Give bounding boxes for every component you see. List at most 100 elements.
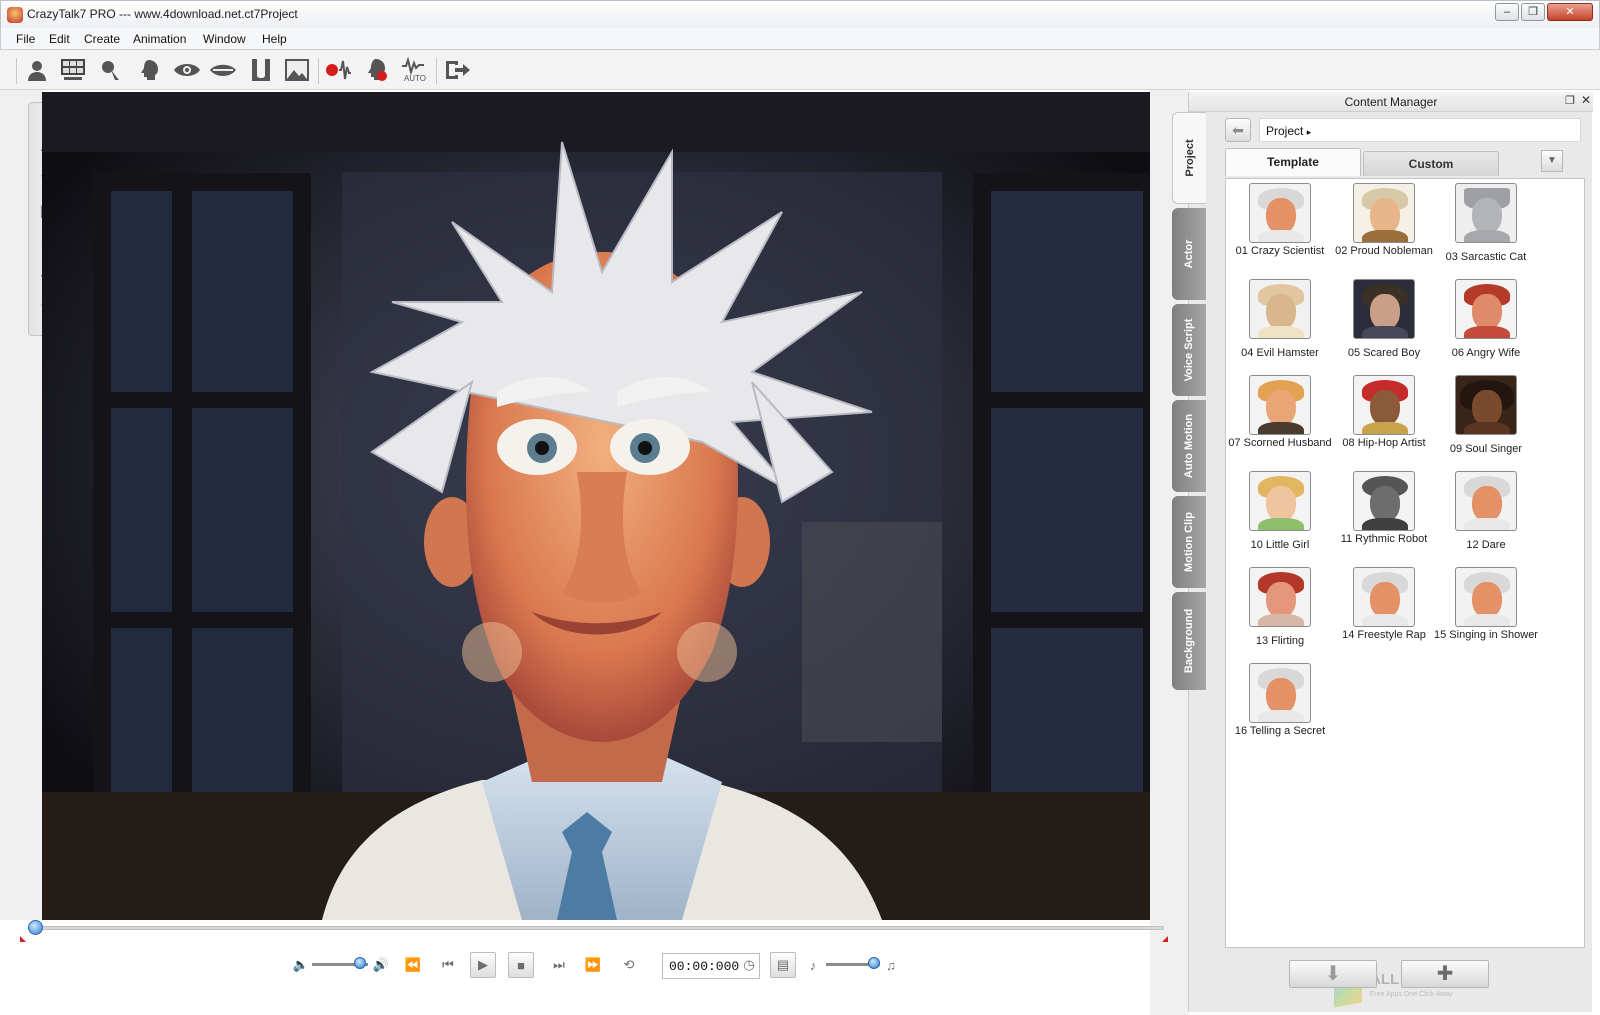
- thumbnail: [1353, 279, 1415, 339]
- thumbnail: [1353, 567, 1415, 627]
- restore-button[interactable]: ❐: [1521, 3, 1545, 21]
- template-item[interactable]: 06 Angry Wife: [1434, 279, 1538, 359]
- content-manager-panel: Content Manager ❐ ✕ Project Actor Voice …: [1172, 92, 1593, 1012]
- menu-animation[interactable]: Animation: [133, 32, 186, 46]
- title-bar: CrazyTalk7 PRO --- www.4download.net.ct7…: [0, 0, 1600, 28]
- image-grid-icon[interactable]: [58, 56, 88, 84]
- thumbnail: [1455, 183, 1517, 243]
- float-panel-icon[interactable]: ❐: [1565, 94, 1577, 108]
- template-label: 04 Evil Hamster: [1241, 347, 1319, 359]
- template-item[interactable]: 04 Evil Hamster: [1228, 279, 1332, 359]
- tab-template[interactable]: Template: [1225, 148, 1361, 176]
- template-item[interactable]: 15 Singing in Shower: [1434, 567, 1538, 641]
- template-item[interactable]: 05 Scared Boy: [1332, 279, 1436, 359]
- tab-auto-motion[interactable]: Auto Motion: [1172, 400, 1206, 492]
- dropdown-arrow-icon[interactable]: ▼: [1541, 150, 1563, 172]
- previous-frame-icon[interactable]: ⏮: [435, 952, 461, 978]
- template-item[interactable]: 12 Dare: [1434, 471, 1538, 551]
- thumbnail: [1249, 663, 1311, 723]
- template-grid: 01 Crazy Scientist 02 Proud Nobleman 03 …: [1225, 178, 1585, 1008]
- tab-custom[interactable]: Custom: [1363, 151, 1499, 176]
- svg-text:AUTO: AUTO: [404, 74, 426, 83]
- speed-slow-icon[interactable]: ♪: [800, 952, 826, 978]
- face-fitting-icon[interactable]: [96, 56, 126, 84]
- tab-motion-clip[interactable]: Motion Clip: [1172, 496, 1206, 588]
- timeline-track[interactable]: [36, 926, 1164, 930]
- rewind-icon[interactable]: ⏪: [400, 952, 426, 978]
- template-label: 02 Proud Nobleman: [1335, 245, 1433, 257]
- thumbnail: [1353, 471, 1415, 531]
- volume-mute-icon[interactable]: 🔈: [288, 952, 314, 978]
- thumbnail: [1249, 471, 1311, 531]
- stop-button[interactable]: ■: [508, 952, 534, 978]
- download-arrow-icon[interactable]: ⬇: [1289, 960, 1377, 988]
- minimize-button[interactable]: –: [1495, 3, 1519, 21]
- tab-background[interactable]: Background: [1172, 592, 1206, 690]
- app-icon: [7, 7, 23, 23]
- volume-slider-knob[interactable]: [354, 957, 366, 969]
- template-item[interactable]: 01 Crazy Scientist: [1228, 183, 1332, 257]
- template-item[interactable]: 14 Freestyle Rap: [1332, 567, 1436, 641]
- template-label: 10 Little Girl: [1250, 539, 1310, 551]
- menu-window[interactable]: Window: [203, 32, 246, 46]
- template-item[interactable]: 02 Proud Nobleman: [1332, 183, 1436, 257]
- thumbnail: [1455, 279, 1517, 339]
- template-item[interactable]: 11 Rythmic Robot: [1332, 471, 1436, 545]
- toolbar: AUTO: [0, 50, 1600, 90]
- thumbnail: [1249, 279, 1311, 339]
- breadcrumb-project[interactable]: Project: [1266, 124, 1303, 138]
- content-actions: ⬇ ✚: [1289, 960, 1529, 990]
- template-label: 07 Scorned Husband: [1228, 437, 1332, 449]
- loop-toggle-icon[interactable]: ⟲: [616, 952, 642, 978]
- menu-bar: File Edit Create Animation Window Help: [0, 28, 1600, 50]
- background-image-icon[interactable]: [282, 56, 312, 84]
- menu-create[interactable]: Create: [84, 32, 120, 46]
- record-voice-icon[interactable]: [362, 56, 392, 84]
- next-frame-icon[interactable]: ⏭: [546, 952, 572, 978]
- export-icon[interactable]: [442, 56, 472, 84]
- template-item[interactable]: 09 Soul Singer: [1434, 375, 1538, 455]
- tab-voice-script[interactable]: Voice Script: [1172, 304, 1206, 396]
- template-item[interactable]: 13 Flirting: [1228, 567, 1332, 647]
- end-marker-icon: [1162, 936, 1168, 942]
- tab-project[interactable]: Project: [1172, 112, 1206, 204]
- watermark-subtitle: Free Apps One Click Away: [1370, 991, 1453, 998]
- content-nav: ⬅ Project ▸: [1223, 116, 1583, 144]
- render-settings-icon[interactable]: ▤: [770, 952, 796, 978]
- close-panel-icon[interactable]: ✕: [1581, 93, 1593, 107]
- template-item[interactable]: 10 Little Girl: [1228, 471, 1332, 551]
- fast-forward-icon[interactable]: ⏩: [580, 952, 606, 978]
- crazy-scientist-preview: [42, 92, 1150, 920]
- breadcrumb[interactable]: Project ▸: [1259, 118, 1581, 142]
- toolbar-separator: [318, 58, 319, 84]
- tab-actor[interactable]: Actor: [1172, 208, 1206, 300]
- template-item[interactable]: 16 Telling a Secret: [1228, 663, 1332, 737]
- transport-bar: 🔈 🔊 ⏪ ⏮ ▶ ■ ⏭ ⏩ ⟲ 00:00:000 ◷ ▤ ♪ ♫: [0, 920, 1168, 1015]
- menu-help[interactable]: Help: [262, 32, 287, 46]
- face-profile-icon[interactable]: [246, 56, 276, 84]
- play-button[interactable]: ▶: [470, 952, 496, 978]
- menu-file[interactable]: File: [16, 32, 35, 46]
- content-manager-title: Content Manager: [1344, 95, 1438, 109]
- template-item[interactable]: 07 Scorned Husband: [1228, 375, 1332, 449]
- actor-icon[interactable]: [22, 56, 52, 84]
- clock-icon[interactable]: ◷: [736, 952, 762, 978]
- record-audio-icon[interactable]: [324, 56, 354, 84]
- template-item[interactable]: 03 Sarcastic Cat: [1434, 183, 1538, 263]
- auto-motion-icon[interactable]: AUTO: [400, 56, 430, 84]
- head-icon[interactable]: [134, 56, 164, 84]
- menu-edit[interactable]: Edit: [49, 32, 70, 46]
- stage-viewport[interactable]: [42, 92, 1150, 920]
- thumbnail: [1353, 375, 1415, 435]
- eye-icon[interactable]: [172, 56, 202, 84]
- mouth-icon[interactable]: [208, 56, 238, 84]
- back-arrow-icon[interactable]: ⬅: [1225, 118, 1251, 142]
- add-icon[interactable]: ✚: [1401, 960, 1489, 988]
- timeline-playhead[interactable]: [28, 920, 43, 935]
- template-label: 09 Soul Singer: [1449, 443, 1523, 455]
- template-item[interactable]: 08 Hip-Hop Artist: [1332, 375, 1436, 449]
- template-label: 12 Dare: [1466, 539, 1506, 551]
- volume-max-icon[interactable]: 🔊: [368, 952, 394, 978]
- speed-fast-icon[interactable]: ♫: [878, 952, 904, 978]
- close-button[interactable]: ✕: [1547, 3, 1593, 21]
